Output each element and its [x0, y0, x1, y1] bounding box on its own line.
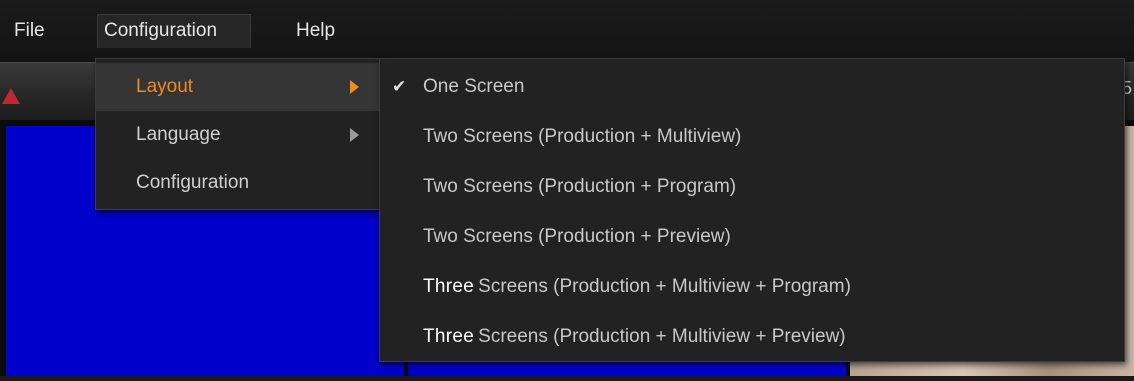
layout-option-label: Two Screens (Production + Preview) [423, 226, 731, 247]
menu-configuration[interactable]: Configuration [97, 14, 251, 48]
layout-option-two-multiview[interactable]: Two Screens (Production + Multiview) [380, 113, 1124, 161]
configuration-dropdown: Layout Language Configuration [95, 58, 380, 210]
layout-option-three-program[interactable]: Three Screens (Production + Multiview + P… [380, 263, 1124, 311]
bottom-border [0, 376, 1134, 381]
layout-option-prefix: Three [423, 326, 475, 347]
chevron-right-icon [350, 128, 359, 142]
layout-option-label: Two Screens (Production + Program) [423, 176, 737, 197]
menu-item-label: Configuration [136, 172, 250, 193]
check-icon: ✔ [392, 77, 407, 96]
warning-icon [2, 88, 20, 104]
layout-option-prefix: Three [423, 276, 475, 297]
layout-option-two-preview[interactable]: Two Screens (Production + Preview) [380, 213, 1124, 261]
menu-item-language[interactable]: Language [96, 111, 379, 159]
menu-file[interactable]: File [8, 14, 51, 48]
layout-option-label: Screens (Production + Multiview + Progra… [478, 276, 851, 297]
layout-option-label: Two Screens (Production + Multiview) [423, 126, 742, 147]
menu-item-label: Layout [136, 76, 194, 97]
menu-bar: File Configuration Help [0, 0, 1134, 62]
menu-item-layout[interactable]: Layout [96, 63, 379, 111]
layout-option-two-program[interactable]: Two Screens (Production + Program) [380, 163, 1124, 211]
layout-submenu: ✔ One Screen Two Screens (Production + M… [379, 58, 1125, 362]
layout-option-three-preview[interactable]: Three Screens (Production + Multiview + P… [380, 313, 1124, 361]
layout-option-label: One Screen [423, 76, 525, 97]
layout-option-label: Screens (Production + Multiview + Previe… [478, 326, 846, 347]
menu-item-configuration[interactable]: Configuration [96, 159, 379, 207]
menu-item-label: Language [136, 124, 221, 145]
layout-option-one-screen[interactable]: ✔ One Screen [380, 63, 1124, 111]
chevron-right-icon [350, 80, 359, 94]
menu-help[interactable]: Help [290, 14, 341, 48]
